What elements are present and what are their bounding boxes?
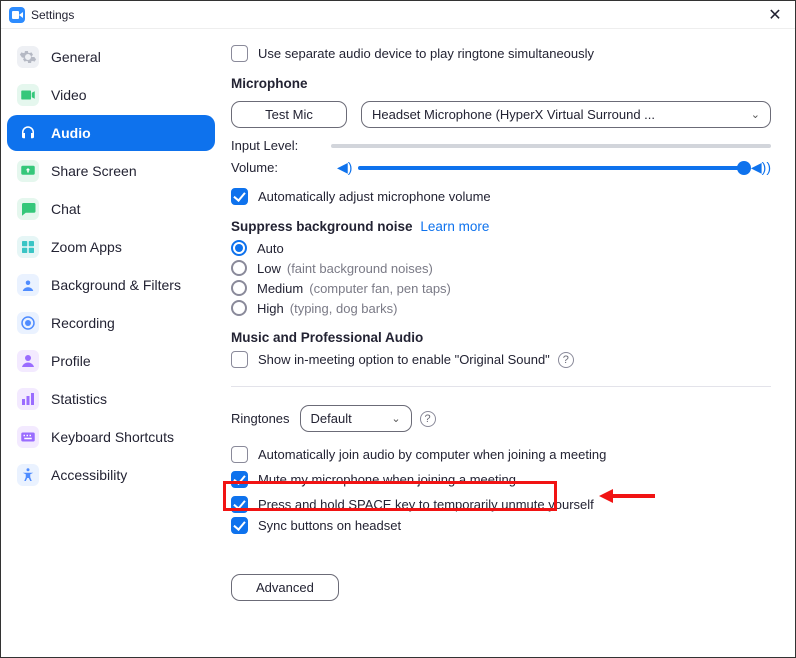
- statistics-icon: [17, 388, 39, 410]
- help-icon[interactable]: ?: [558, 352, 574, 368]
- video-icon: [17, 84, 39, 106]
- hint-noise-high: (typing, dog barks): [290, 301, 398, 316]
- ringtones-select[interactable]: Default ⌄: [300, 405, 412, 432]
- speaker-low-icon: ◀): [337, 159, 352, 176]
- sidebar-item-accessibility[interactable]: Accessibility: [7, 457, 215, 493]
- radio-noise-high[interactable]: [231, 300, 247, 316]
- share-screen-icon: [17, 160, 39, 182]
- titlebar: Settings ✕: [1, 1, 795, 29]
- background-icon: [17, 274, 39, 296]
- sidebar-item-keyboard-shortcuts[interactable]: Keyboard Shortcuts: [7, 419, 215, 455]
- sidebar-item-label: Chat: [51, 201, 81, 217]
- checkbox-separate-ringtone[interactable]: [231, 45, 248, 62]
- label-noise-low: Low: [257, 261, 281, 276]
- label-volume: Volume:: [231, 160, 331, 175]
- input-level-meter: [331, 144, 771, 148]
- gear-icon: [17, 46, 39, 68]
- sidebar-item-zoom-apps[interactable]: Zoom Apps: [7, 229, 215, 265]
- checkbox-press-space-unmute[interactable]: [231, 496, 248, 513]
- sidebar-item-label: Audio: [51, 125, 91, 141]
- profile-icon: [17, 350, 39, 372]
- checkbox-mute-on-join[interactable]: [231, 471, 248, 488]
- sidebar-item-statistics[interactable]: Statistics: [7, 381, 215, 417]
- sidebar-item-share-screen[interactable]: Share Screen: [7, 153, 215, 189]
- label-noise-auto: Auto: [257, 241, 284, 256]
- heading-microphone: Microphone: [231, 76, 771, 91]
- heading-suppress-noise: Suppress background noise Learn more: [231, 219, 771, 234]
- checkbox-sync-headset[interactable]: [231, 517, 248, 534]
- label-noise-high: High: [257, 301, 284, 316]
- label-original-sound: Show in-meeting option to enable "Origin…: [258, 352, 550, 367]
- accessibility-icon: [17, 464, 39, 486]
- radio-noise-low[interactable]: [231, 260, 247, 276]
- sidebar-item-background-filters[interactable]: Background & Filters: [7, 267, 215, 303]
- label-sync-headset: Sync buttons on headset: [258, 518, 401, 533]
- speaker-high-icon: ◀)): [751, 159, 771, 176]
- sidebar-item-audio[interactable]: Audio: [7, 115, 215, 151]
- help-icon[interactable]: ?: [420, 411, 436, 427]
- content-audio: Use separate audio device to play ringto…: [221, 29, 795, 657]
- link-learn-more[interactable]: Learn more: [420, 219, 489, 234]
- chevron-down-icon: ⌄: [391, 412, 400, 425]
- label-press-space-unmute: Press and hold SPACE key to temporarily …: [258, 497, 594, 512]
- label-separate-ringtone: Use separate audio device to play ringto…: [258, 46, 594, 61]
- sidebar-item-chat[interactable]: Chat: [7, 191, 215, 227]
- label-ringtones: Ringtones: [231, 411, 290, 426]
- test-mic-button[interactable]: Test Mic: [231, 101, 347, 128]
- sidebar-item-general[interactable]: General: [7, 39, 215, 75]
- heading-music: Music and Professional Audio: [231, 330, 771, 345]
- sidebar-item-label: Zoom Apps: [51, 239, 122, 255]
- hint-noise-medium: (computer fan, pen taps): [309, 281, 451, 296]
- sidebar-item-recording[interactable]: Recording: [7, 305, 215, 341]
- apps-icon: [17, 236, 39, 258]
- label-mute-on-join: Mute my microphone when joining a meetin…: [258, 472, 516, 487]
- sidebar-item-label: Statistics: [51, 391, 107, 407]
- sidebar-item-label: Keyboard Shortcuts: [51, 429, 174, 445]
- sidebar-item-video[interactable]: Video: [7, 77, 215, 113]
- sidebar-item-profile[interactable]: Profile: [7, 343, 215, 379]
- radio-noise-medium[interactable]: [231, 280, 247, 296]
- sidebar-item-label: Share Screen: [51, 163, 137, 179]
- keyboard-icon: [17, 426, 39, 448]
- ringtones-value: Default: [311, 411, 352, 426]
- sidebar-item-label: General: [51, 49, 101, 65]
- label-auto-volume: Automatically adjust microphone volume: [258, 189, 491, 204]
- sidebar-item-label: Recording: [51, 315, 115, 331]
- headphones-icon: [17, 122, 39, 144]
- label-auto-join-audio: Automatically join audio by computer whe…: [258, 447, 606, 462]
- chat-icon: [17, 198, 39, 220]
- label-input-level: Input Level:: [231, 138, 331, 153]
- recording-icon: [17, 312, 39, 334]
- mic-device-value: Headset Microphone (HyperX Virtual Surro…: [372, 107, 655, 122]
- label-noise-medium: Medium: [257, 281, 303, 296]
- sidebar-item-label: Video: [51, 87, 87, 103]
- chevron-down-icon: ⌄: [751, 108, 760, 121]
- window-title: Settings: [31, 8, 74, 22]
- sidebar-item-label: Profile: [51, 353, 91, 369]
- mic-device-select[interactable]: Headset Microphone (HyperX Virtual Surro…: [361, 101, 771, 128]
- checkbox-auto-join-audio[interactable]: [231, 446, 248, 463]
- advanced-button[interactable]: Advanced: [231, 574, 339, 601]
- close-button[interactable]: ✕: [763, 5, 787, 25]
- divider: [231, 386, 771, 387]
- checkbox-original-sound[interactable]: [231, 351, 248, 368]
- app-icon: [9, 7, 25, 23]
- volume-slider[interactable]: [358, 166, 744, 170]
- sidebar-item-label: Background & Filters: [51, 277, 181, 293]
- sidebar: General Video Audio Share Screen: [1, 29, 221, 657]
- sidebar-item-label: Accessibility: [51, 467, 127, 483]
- radio-noise-auto[interactable]: [231, 240, 247, 256]
- checkbox-auto-volume[interactable]: [231, 188, 248, 205]
- hint-noise-low: (faint background noises): [287, 261, 433, 276]
